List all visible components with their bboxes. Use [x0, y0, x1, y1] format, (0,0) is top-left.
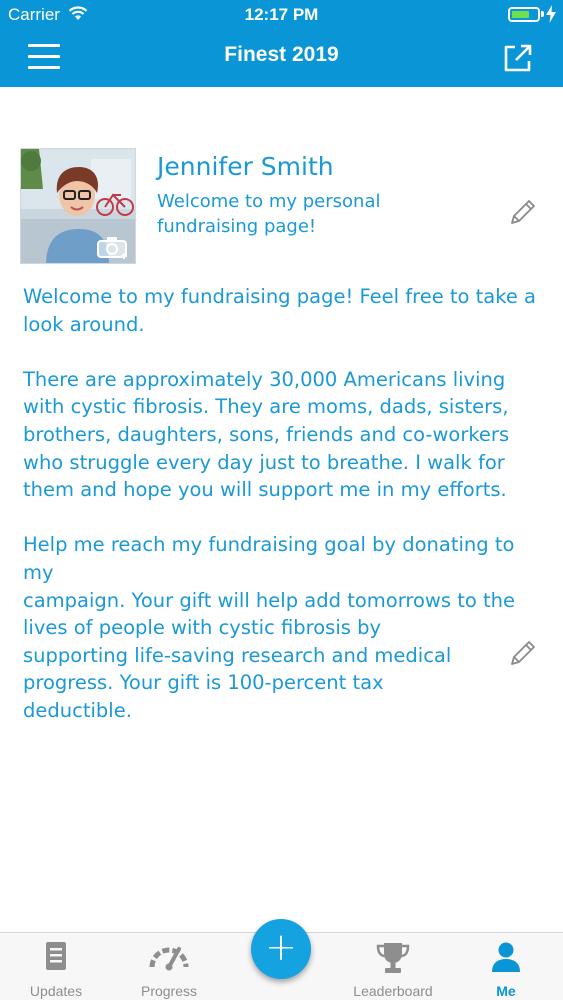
plus-icon: + [265, 925, 297, 969]
battery-tip [541, 11, 544, 17]
tab-leaderboard[interactable]: Leaderboard [343, 933, 443, 1000]
tab-label: Leaderboard [353, 983, 433, 999]
trophy-icon [376, 943, 410, 973]
fundraising-story: Welcome to my fundraising page! Feel fre… [23, 283, 543, 752]
external-share-icon[interactable] [502, 42, 534, 74]
story-paragraph: Help me reach my fundraising goal by don… [23, 533, 515, 722]
document-icon [46, 942, 66, 970]
nav-bar: Finest 2019 [0, 30, 563, 87]
profile-name: Jennifer Smith [157, 152, 334, 181]
tab-updates[interactable]: Updates [16, 933, 96, 1000]
tab-label: Progress [140, 983, 198, 999]
tab-me[interactable]: Me [466, 933, 546, 1000]
tab-label: Me [496, 983, 516, 999]
story-paragraph: There are approximately 30,000 Americans… [23, 367, 510, 502]
tab-progress[interactable]: Progress [129, 933, 209, 1000]
camera-icon[interactable] [97, 235, 129, 259]
edit-tagline-pencil-icon[interactable] [506, 197, 538, 229]
status-bar: Carrier 12:17 PM [0, 0, 563, 30]
battery-icon [508, 7, 540, 22]
battery-level [512, 11, 529, 18]
edit-story-pencil-icon[interactable] [506, 638, 538, 670]
top-bar: Carrier 12:17 PM Finest 2019 [0, 0, 563, 87]
charging-bolt-icon [546, 5, 556, 23]
status-time: 12:17 PM [244, 5, 319, 24]
gauge-icon [149, 947, 189, 971]
story-paragraph: Welcome to my fundraising page! Feel fre… [23, 285, 536, 336]
person-icon [492, 942, 520, 972]
page-title: Finest 2019 [224, 43, 339, 66]
profile-tagline: Welcome to my personal fundraising page! [157, 191, 381, 237]
tab-label: Updates [29, 983, 83, 999]
add-button[interactable]: + [251, 919, 311, 979]
profile-photo[interactable] [20, 148, 136, 264]
